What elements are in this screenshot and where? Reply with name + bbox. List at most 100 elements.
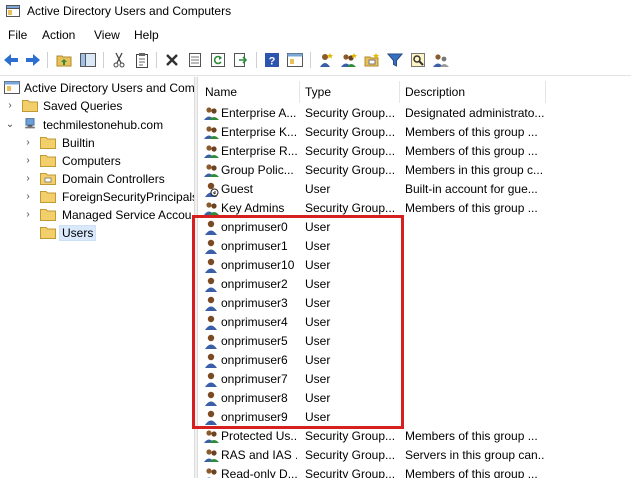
- list-row[interactable]: onprimuser9 User: [198, 408, 631, 427]
- forward-icon[interactable]: [24, 51, 42, 69]
- tree-item-builtin[interactable]: › Builtin: [0, 134, 194, 152]
- list-row[interactable]: Group Polic... Security Group... Members i…: [198, 161, 631, 180]
- list-row[interactable]: RAS and IAS ... Security Group... Servers …: [198, 446, 631, 465]
- cell-name: Read-only D...: [221, 467, 297, 478]
- list-row[interactable]: onprimuser3 User: [198, 294, 631, 313]
- cell-type: User: [305, 315, 331, 329]
- cell-type: User: [305, 391, 331, 405]
- list-row[interactable]: onprimuser10 User: [198, 256, 631, 275]
- show-tree-icon[interactable]: [79, 51, 97, 69]
- back-icon[interactable]: [2, 51, 20, 69]
- cell-type: Security Group...: [305, 448, 396, 462]
- cell-name: onprimuser3: [221, 296, 288, 310]
- user-icon: [203, 390, 219, 406]
- chevron-right-icon[interactable]: ›: [22, 137, 34, 149]
- tree-item-managed-service-accounts[interactable]: › Managed Service Accou: [0, 206, 194, 224]
- clipboard-icon[interactable]: [133, 51, 151, 69]
- list-row[interactable]: Enterprise R... Security Group... Members …: [198, 142, 631, 161]
- tree-root[interactable]: Active Directory Users and Com: [0, 79, 194, 97]
- disabled-user-icon: [203, 181, 219, 197]
- help-icon[interactable]: ?: [263, 51, 281, 69]
- new-user-icon[interactable]: [317, 51, 335, 69]
- tree-item-label: Domain Controllers: [62, 172, 165, 186]
- cell-description: Designated administrato...: [405, 106, 545, 120]
- tree-item-label: techmilestonehub.com: [43, 118, 164, 132]
- cell-description: Members in this group c...: [405, 163, 544, 177]
- cell-description: Members of this group ...: [405, 125, 538, 139]
- cell-description: Members of this group ...: [405, 144, 538, 158]
- chevron-right-icon[interactable]: ›: [22, 155, 34, 167]
- group-icon: [203, 428, 219, 444]
- chevron-down-icon[interactable]: ⌄: [4, 119, 16, 131]
- list-row[interactable]: onprimuser1 User: [198, 237, 631, 256]
- chevron-right-icon[interactable]: ›: [22, 209, 34, 221]
- cell-name: Enterprise K...: [221, 125, 297, 139]
- cell-name: Guest: [221, 182, 254, 196]
- list-row[interactable]: onprimuser0 User: [198, 218, 631, 237]
- cell-type: User: [305, 182, 331, 196]
- new-group-icon[interactable]: [340, 51, 358, 69]
- menu-help[interactable]: Help: [132, 28, 161, 42]
- app-icon: [6, 5, 20, 17]
- group-icon: [203, 447, 219, 463]
- chevron-right-icon[interactable]: ›: [22, 191, 34, 203]
- list-row[interactable]: onprimuser2 User: [198, 275, 631, 294]
- menu-view[interactable]: View: [92, 28, 122, 42]
- properties-icon[interactable]: [186, 51, 204, 69]
- column-divider[interactable]: [545, 81, 546, 103]
- list-row[interactable]: onprimuser6 User: [198, 351, 631, 370]
- user-icon: [203, 352, 219, 368]
- list-row[interactable]: Key Admins Security Group... Members of th…: [198, 199, 631, 218]
- column-header-name[interactable]: Name: [205, 85, 237, 99]
- chevron-right-icon[interactable]: ›: [4, 100, 16, 112]
- list-row[interactable]: Guest User Built-in account for gue...: [198, 180, 631, 199]
- list-row[interactable]: Enterprise K... Security Group... Members …: [198, 123, 631, 142]
- tree-item-domain[interactable]: ⌄ techmilestonehub.com: [0, 116, 194, 134]
- cell-type: Security Group...: [305, 144, 396, 158]
- group-icon: [203, 124, 219, 140]
- export-icon[interactable]: [232, 51, 250, 69]
- add-to-group-icon[interactable]: [432, 51, 450, 69]
- cell-type: User: [305, 353, 331, 367]
- cell-name: onprimuser4: [221, 315, 288, 329]
- cut-icon[interactable]: [110, 51, 128, 69]
- group-icon: [203, 162, 219, 178]
- list-row[interactable]: Read-only D... Security Group... Members o…: [198, 465, 631, 478]
- group-icon: [203, 466, 219, 478]
- refresh-icon[interactable]: [209, 51, 227, 69]
- tree-item-label: Saved Queries: [43, 99, 123, 113]
- delete-icon[interactable]: [163, 51, 181, 69]
- filter-icon[interactable]: [386, 51, 404, 69]
- toolbar-separator: [103, 52, 104, 68]
- new-ou-icon[interactable]: [363, 51, 381, 69]
- column-header-description[interactable]: Description: [405, 85, 465, 99]
- column-divider[interactable]: [399, 81, 400, 103]
- column-divider[interactable]: [299, 81, 300, 103]
- list-row[interactable]: onprimuser7 User: [198, 370, 631, 389]
- menu-file[interactable]: File: [6, 28, 29, 42]
- tree-item-saved-queries[interactable]: › Saved Queries: [0, 97, 194, 115]
- list-row[interactable]: onprimuser8 User: [198, 389, 631, 408]
- tree-item-domain-controllers[interactable]: › Domain Controllers: [0, 170, 194, 188]
- cell-type: Security Group...: [305, 467, 396, 478]
- svg-text:?: ?: [269, 56, 276, 68]
- find-icon[interactable]: [409, 51, 427, 69]
- list-row[interactable]: Enterprise A... Security Group... Designat…: [198, 104, 631, 123]
- tree-item-computers[interactable]: › Computers: [0, 152, 194, 170]
- console-icon[interactable]: [286, 51, 304, 69]
- folder-icon: [40, 227, 56, 239]
- up-folder-icon[interactable]: [55, 51, 73, 69]
- cell-description: Built-in account for gue...: [405, 182, 538, 196]
- tree-item-foreign-security-principals[interactable]: › ForeignSecurityPrincipals: [0, 188, 194, 206]
- toolbar-separator: [47, 52, 48, 68]
- menu-action[interactable]: Action: [40, 28, 77, 42]
- toolbar-separator: [156, 52, 157, 68]
- list-row[interactable]: onprimuser5 User: [198, 332, 631, 351]
- list-row[interactable]: Protected Us... Security Group... Members …: [198, 427, 631, 446]
- user-icon: [203, 238, 219, 254]
- column-header-type[interactable]: Type: [305, 85, 331, 99]
- list-row[interactable]: onprimuser4 User: [198, 313, 631, 332]
- chevron-right-icon[interactable]: ›: [22, 173, 34, 185]
- cell-type: Security Group...: [305, 163, 396, 177]
- group-icon: [203, 200, 219, 216]
